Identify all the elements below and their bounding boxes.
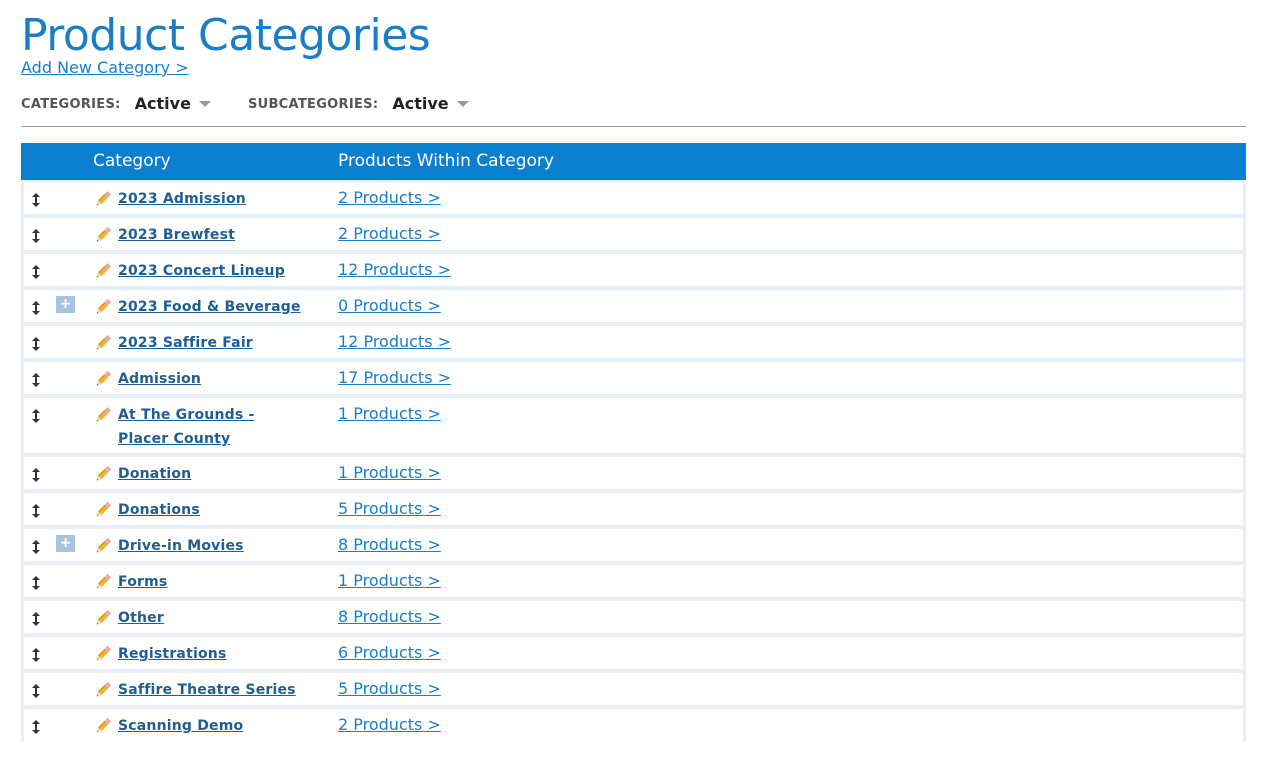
category-name-link[interactable]: 2023 Saffire Fair [118, 331, 308, 355]
filter-bar: CATEGORIES: Active SUBCATEGORIES: Active [21, 92, 469, 114]
pencil-icon[interactable] [94, 573, 112, 591]
dropdown-caret-icon [456, 101, 469, 107]
drag-handle-icon[interactable] [31, 539, 41, 554]
category-name-link[interactable]: Forms [118, 570, 308, 594]
table-header: Category Products Within Category [21, 143, 1246, 180]
category-name-link[interactable]: Donations [118, 498, 308, 522]
subcategories-filter-label: SUBCATEGORIES: [247, 97, 379, 112]
products-link[interactable]: 17 Products > [338, 367, 451, 389]
table-row: 2023 Saffire Fair 12 Products > [24, 326, 1243, 358]
table-row: Donation 1 Products > [24, 457, 1243, 489]
drag-handle-icon[interactable] [31, 503, 41, 518]
products-link[interactable]: 2 Products > [338, 714, 441, 736]
products-link[interactable]: 1 Products > [338, 462, 441, 484]
products-link[interactable]: 1 Products > [338, 403, 441, 425]
pencil-icon[interactable] [94, 406, 112, 424]
drag-handle-icon[interactable] [31, 719, 41, 734]
drag-handle-icon[interactable] [31, 192, 41, 207]
pencil-icon[interactable] [94, 645, 112, 663]
pencil-icon[interactable] [94, 298, 112, 316]
subcategories-filter-select[interactable]: Active [392, 93, 469, 113]
column-header-products: Products Within Category [338, 151, 554, 171]
pencil-icon[interactable] [94, 262, 112, 280]
expand-icon[interactable]: + [56, 296, 75, 313]
dropdown-caret-icon [198, 101, 211, 107]
products-link[interactable]: 5 Products > [338, 498, 441, 520]
pencil-icon[interactable] [94, 226, 112, 244]
category-name-link[interactable]: Donation [118, 462, 308, 486]
page: Product Categories Add New Category > CA… [0, 0, 1269, 761]
drag-handle-icon[interactable] [31, 372, 41, 387]
drag-handle-icon[interactable] [31, 611, 41, 626]
category-name-link[interactable]: Other [118, 606, 308, 630]
page-title: Product Categories [21, 10, 431, 61]
subcategories-filter-value: Active [392, 93, 449, 113]
pencil-icon[interactable] [94, 501, 112, 519]
drag-handle-icon[interactable] [31, 467, 41, 482]
table-row: Donations 5 Products > [24, 493, 1243, 525]
products-link[interactable]: 8 Products > [338, 606, 441, 628]
products-link[interactable]: 2 Products > [338, 187, 441, 209]
category-name-link[interactable]: 2023 Food & Beverage [118, 295, 308, 319]
pencil-icon[interactable] [94, 609, 112, 627]
drag-handle-icon[interactable] [31, 408, 41, 423]
drag-handle-icon[interactable] [31, 575, 41, 590]
drag-handle-icon[interactable] [31, 647, 41, 662]
category-name-link[interactable]: 2023 Concert Lineup [118, 259, 308, 283]
drag-handle-icon[interactable] [31, 336, 41, 351]
category-name-link[interactable]: 2023 Brewfest [118, 223, 308, 247]
table-row: +2023 Food & Beverage 0 Products > [24, 290, 1243, 322]
table-row: 2023 Concert Lineup 12 Products > [24, 254, 1243, 286]
table-row: Scanning Demo 2 Products > [24, 709, 1243, 741]
pencil-icon[interactable] [94, 370, 112, 388]
products-link[interactable]: 2 Products > [338, 223, 441, 245]
products-link[interactable]: 0 Products > [338, 295, 441, 317]
table-body: 2023 Admission 2 Products >2023 Brewfest 2… [21, 180, 1246, 741]
products-link[interactable]: 12 Products > [338, 331, 451, 353]
products-link[interactable]: 8 Products > [338, 534, 441, 556]
categories-filter-label: CATEGORIES: [21, 97, 121, 112]
table-row: Forms 1 Products > [24, 565, 1243, 597]
divider [21, 126, 1246, 127]
category-name-link[interactable]: 2023 Admission [118, 187, 308, 211]
category-name-link[interactable]: At The Grounds - Placer County [118, 403, 308, 451]
pencil-icon[interactable] [94, 465, 112, 483]
drag-handle-icon[interactable] [31, 264, 41, 279]
pencil-icon[interactable] [94, 681, 112, 699]
category-name-link[interactable]: Registrations [118, 642, 308, 666]
column-header-category: Category [93, 151, 171, 171]
drag-handle-icon[interactable] [31, 300, 41, 315]
add-new-category-link[interactable]: Add New Category > [21, 58, 189, 78]
pencil-icon[interactable] [94, 334, 112, 352]
table-row: + Drive-in Movies 8 Products > [24, 529, 1243, 561]
drag-handle-icon[interactable] [31, 683, 41, 698]
category-name-link[interactable]: Scanning Demo [118, 714, 308, 738]
categories-filter-value: Active [134, 93, 191, 113]
expand-icon[interactable]: + [56, 535, 75, 552]
drag-handle-icon[interactable] [31, 228, 41, 243]
table-row: At The Grounds - Placer County 1 Products… [24, 398, 1243, 453]
pencil-icon[interactable] [94, 717, 112, 735]
products-link[interactable]: 5 Products > [338, 678, 441, 700]
category-name-link[interactable]: Admission [118, 367, 308, 391]
category-name-link[interactable]: Drive-in Movies [118, 534, 308, 558]
table-row: Saffire Theatre Series 5 Products > [24, 673, 1243, 705]
products-link[interactable]: 6 Products > [338, 642, 441, 664]
table-row: 2023 Brewfest 2 Products > [24, 218, 1243, 250]
pencil-icon[interactable] [94, 537, 112, 555]
table-row: Admission 17 Products > [24, 362, 1243, 394]
products-link[interactable]: 1 Products > [338, 570, 441, 592]
table-row: Other 8 Products > [24, 601, 1243, 633]
products-link[interactable]: 12 Products > [338, 259, 451, 281]
pencil-icon[interactable] [94, 190, 112, 208]
category-name-link[interactable]: Saffire Theatre Series [118, 678, 308, 702]
categories-filter-select[interactable]: Active [135, 94, 211, 113]
table-row: 2023 Admission 2 Products > [24, 182, 1243, 214]
categories-table: Category Products Within Category 2023 A… [21, 143, 1246, 745]
table-row: Registrations 6 Products > [24, 637, 1243, 669]
